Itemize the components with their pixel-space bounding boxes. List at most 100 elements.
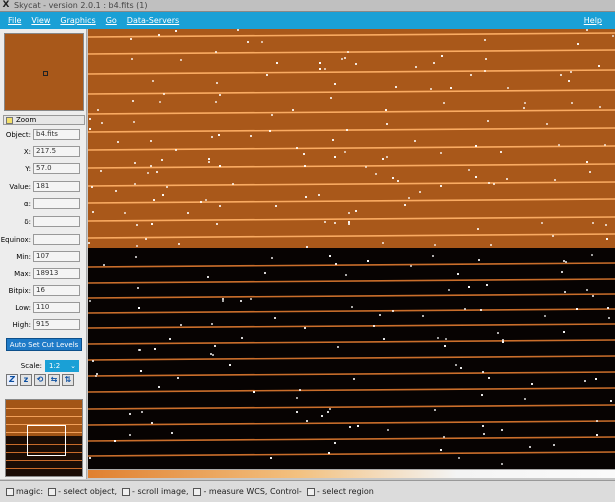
menu-help[interactable]: Help	[579, 16, 607, 25]
star-speck	[458, 457, 460, 459]
star-speck	[553, 444, 555, 446]
zoom-checkbox[interactable]	[6, 116, 13, 124]
star-speck	[444, 345, 446, 347]
star-speck	[576, 308, 578, 310]
star-speck	[437, 337, 439, 339]
high-label: High:	[12, 320, 31, 329]
star-speck	[351, 306, 353, 308]
star-speck	[523, 107, 525, 109]
star-speck	[215, 101, 217, 103]
star-speck	[482, 371, 484, 373]
star-speck	[599, 106, 601, 108]
star-speck	[334, 442, 336, 444]
menu-go[interactable]: Go	[101, 16, 122, 25]
star-speck	[434, 409, 436, 411]
star-speck	[117, 141, 119, 143]
star-speck	[483, 433, 485, 435]
star-speck	[95, 375, 97, 377]
star-speck	[395, 86, 397, 88]
star-speck	[97, 109, 99, 111]
star-speck	[264, 272, 266, 274]
y-field: 57.0	[33, 163, 80, 174]
rotate-button[interactable]: ⟲	[34, 374, 46, 386]
star-speck	[205, 199, 207, 201]
star-speck	[318, 194, 320, 196]
window-title: Skycat - version 2.0.1 : b4.fits (1)	[14, 1, 148, 10]
star-speck	[270, 457, 272, 459]
flip-x-button[interactable]: ⇆	[48, 374, 60, 386]
star-speck	[341, 58, 343, 60]
star-speck	[137, 287, 139, 289]
high-field[interactable]: 915	[33, 319, 80, 330]
zoom-toggle[interactable]: Zoom	[3, 115, 85, 125]
star-speck	[275, 205, 277, 207]
star-speck	[433, 62, 435, 64]
star-speck	[488, 182, 490, 184]
x-row: X: 217.5	[0, 145, 87, 158]
zoom-out-button[interactable]: z	[20, 374, 32, 386]
object-label: Object:	[5, 130, 31, 139]
star-speck	[321, 415, 323, 417]
star-speck	[330, 97, 332, 99]
ra-label: α:	[24, 199, 31, 208]
object-row: Object: b4.fits	[0, 128, 87, 141]
spectrum-line	[88, 216, 615, 222]
menu-file[interactable]: File	[0, 16, 26, 25]
star-speck	[296, 411, 298, 413]
zoom-in-button[interactable]: Z	[6, 374, 18, 386]
menu-view[interactable]: View	[26, 16, 55, 25]
star-speck	[335, 263, 337, 265]
star-speck	[607, 307, 609, 309]
star-speck	[486, 284, 488, 286]
value-row: Value: 181	[0, 180, 87, 193]
star-speck	[261, 41, 263, 43]
star-speck	[375, 173, 377, 175]
star-speck	[152, 80, 154, 82]
star-speck	[457, 273, 459, 275]
star-speck	[434, 244, 436, 246]
spectrum-line	[88, 355, 615, 361]
star-speck	[610, 400, 612, 402]
menu-graphics[interactable]: Graphics	[55, 16, 100, 25]
star-speck	[303, 153, 305, 155]
star-speck	[470, 74, 472, 76]
star-speck	[304, 327, 306, 329]
star-speck	[250, 135, 252, 137]
star-speck	[501, 429, 503, 431]
star-speck	[219, 165, 221, 167]
star-speck	[222, 300, 224, 302]
star-speck	[482, 425, 484, 427]
image-display[interactable]	[88, 29, 615, 469]
star-speck	[592, 295, 594, 297]
flip-y-button[interactable]: ⇅	[62, 374, 74, 386]
panner-view[interactable]	[5, 399, 83, 477]
menu-data-servers[interactable]: Data-Servers	[122, 16, 184, 25]
max-field: 18913	[33, 268, 80, 279]
star-speck	[586, 161, 588, 163]
scale-select[interactable]: 1:2 ⌄	[45, 359, 79, 372]
star-speck	[114, 440, 116, 442]
min-row: Min: 107	[0, 250, 87, 263]
star-speck	[349, 426, 351, 428]
star-speck	[332, 139, 334, 141]
auto-set-cut-levels-button[interactable]: Auto Set Cut Levels	[6, 338, 82, 351]
star-speck	[329, 255, 331, 257]
panner-viewport-frame[interactable]	[27, 425, 66, 456]
spectrum-line	[88, 339, 615, 345]
star-speck	[324, 68, 326, 70]
value-field: 181	[33, 181, 80, 192]
spectrum-line	[88, 420, 615, 426]
star-speck	[419, 191, 421, 193]
star-speck	[586, 29, 588, 31]
star-speck	[561, 271, 563, 273]
star-speck	[598, 65, 600, 67]
panner-line	[6, 416, 82, 417]
star-speck	[211, 323, 213, 325]
star-speck	[139, 349, 141, 351]
star-speck	[247, 41, 249, 43]
object-field: b4.fits	[33, 129, 80, 140]
star-speck	[422, 315, 424, 317]
low-field[interactable]: 110	[33, 302, 80, 313]
star-speck	[156, 171, 158, 173]
bitpix-field: 16	[33, 285, 80, 296]
